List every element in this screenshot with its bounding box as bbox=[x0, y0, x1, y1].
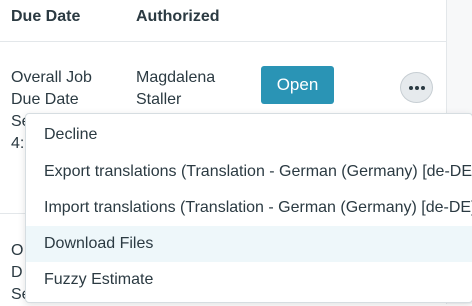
due-date-line: Overall Job bbox=[11, 69, 92, 86]
authorized-name-line: Magdalena bbox=[136, 69, 216, 86]
open-button[interactable]: Open bbox=[261, 66, 334, 104]
row-authorized-cell: Magdalena Staller bbox=[136, 67, 246, 111]
menu-item-decline[interactable]: Decline bbox=[26, 117, 472, 153]
authorized-column-header[interactable]: Authorized bbox=[136, 8, 220, 26]
menu-item-download-files[interactable]: Download Files bbox=[26, 226, 472, 262]
actions-dropdown-menu: Decline Export translations (Translation… bbox=[25, 113, 472, 303]
menu-item-export-translations[interactable]: Export translations (Translation - Germa… bbox=[26, 154, 472, 190]
due-date-line: Due Date bbox=[11, 91, 79, 108]
jobs-table-view: Due Date Authorized Overall Job Due Date… bbox=[0, 0, 472, 304]
more-actions-button[interactable] bbox=[400, 72, 433, 103]
menu-item-fuzzy-estimate[interactable]: Fuzzy Estimate bbox=[26, 262, 472, 298]
authorized-name-line: Staller bbox=[136, 91, 182, 108]
ellipsis-icon bbox=[408, 85, 425, 90]
table-header-row: Due Date Authorized bbox=[0, 0, 446, 42]
due-date-column-header[interactable]: Due Date bbox=[11, 8, 80, 26]
menu-item-import-translations[interactable]: Import translations (Translation - Germa… bbox=[26, 190, 472, 226]
